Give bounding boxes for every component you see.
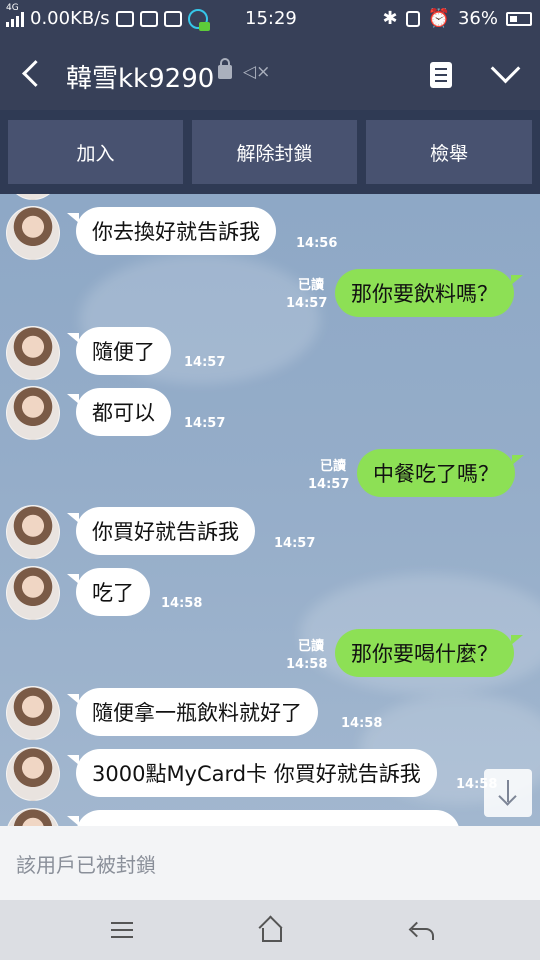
avatar[interactable] [6, 206, 60, 260]
message-bubble-incoming[interactable]: 隨便了 [67, 327, 171, 375]
vibrate-icon [405, 10, 420, 27]
message-bubble-incoming[interactable]: 吃了 [67, 568, 150, 616]
chat-area[interactable]: 你去換好就告訴我 14:56 已讀 14:57 那你要飲料嗎？ 隨便了 14:5… [0, 194, 540, 826]
avatar[interactable] [6, 194, 60, 200]
signal-icon: 4G [6, 3, 24, 27]
message-time: 14:58 [286, 657, 328, 672]
message-time: 14:58 [161, 596, 203, 611]
notes-icon[interactable] [430, 62, 452, 88]
read-receipt: 已讀 [297, 278, 324, 293]
message-time: 14:57 [184, 355, 226, 370]
action-bar: 加入 解除封鎖 檢舉 [0, 110, 540, 194]
avatar[interactable] [6, 747, 60, 801]
blocked-notice: 該用戶已被封鎖 [0, 826, 540, 900]
message-time: 14:56 [296, 236, 338, 251]
alarm-icon: ⏰ [427, 8, 450, 29]
bed-icon [139, 10, 158, 27]
chat-title: 韓雪kk9290 [66, 64, 215, 94]
network-type: 4G [6, 2, 19, 13]
avatar[interactable] [6, 386, 60, 440]
avatar[interactable] [6, 566, 60, 620]
status-bar: 4G 0.00KB/s 15:29 ✱ ⏰ 36% [0, 0, 540, 38]
avatar[interactable] [6, 326, 60, 380]
headset-chat-icon [187, 8, 210, 31]
chevron-down-icon[interactable] [488, 56, 522, 90]
system-nav-bar [0, 900, 540, 960]
lock-icon [218, 58, 232, 79]
mute-icon: ◁× [243, 62, 271, 82]
battery-percent: 36% [457, 8, 498, 29]
avatar[interactable] [6, 505, 60, 559]
avatar[interactable] [6, 686, 60, 740]
bluetooth-icon: ✱ [382, 8, 398, 29]
unblock-button[interactable]: 解除封鎖 [192, 120, 357, 184]
read-receipt: 已讀 [297, 639, 324, 654]
line-notification-icon [115, 10, 134, 27]
battery-icon [506, 11, 532, 26]
report-button[interactable]: 檢舉 [366, 120, 532, 184]
network-speed: 0.00KB/s [30, 8, 110, 29]
message-bubble-incoming[interactable] [67, 810, 460, 826]
message-bubble-incoming[interactable]: 你去換好就告訴我 [67, 207, 276, 255]
read-receipt: 已讀 [319, 459, 346, 474]
chat-header: 韓雪kk9290 ◁× [0, 38, 540, 110]
message-bubble-incoming[interactable]: 你買好就告訴我 [67, 507, 255, 555]
message-bubble-incoming[interactable]: 3000點MyCard卡 你買好就告訴我 [67, 749, 437, 797]
join-button[interactable]: 加入 [8, 120, 183, 184]
message-time: 14:58 [341, 716, 383, 731]
image-icon [163, 10, 182, 27]
back-nav-icon[interactable] [408, 918, 434, 942]
back-icon[interactable] [16, 56, 50, 92]
message-time: 14:57 [286, 296, 328, 311]
message-time: 14:57 [184, 416, 226, 431]
message-bubble-incoming[interactable]: 都可以 [67, 388, 171, 436]
message-bubble-outgoing[interactable]: 那你要喝什麼？ [335, 629, 523, 677]
message-bubble-incoming[interactable]: 隨便拿一瓶飲料就好了 [67, 688, 318, 736]
clock: 15:29 [245, 8, 297, 29]
menu-icon[interactable] [111, 922, 133, 938]
message-time: 14:57 [308, 477, 350, 492]
avatar[interactable] [6, 808, 60, 826]
scroll-down-button[interactable] [484, 769, 532, 817]
message-bubble-outgoing[interactable]: 中餐吃了嗎？ [357, 449, 524, 497]
message-bubble-outgoing[interactable]: 那你要飲料嗎？ [335, 269, 523, 317]
home-icon[interactable] [258, 916, 282, 942]
message-time: 14:57 [274, 536, 316, 551]
